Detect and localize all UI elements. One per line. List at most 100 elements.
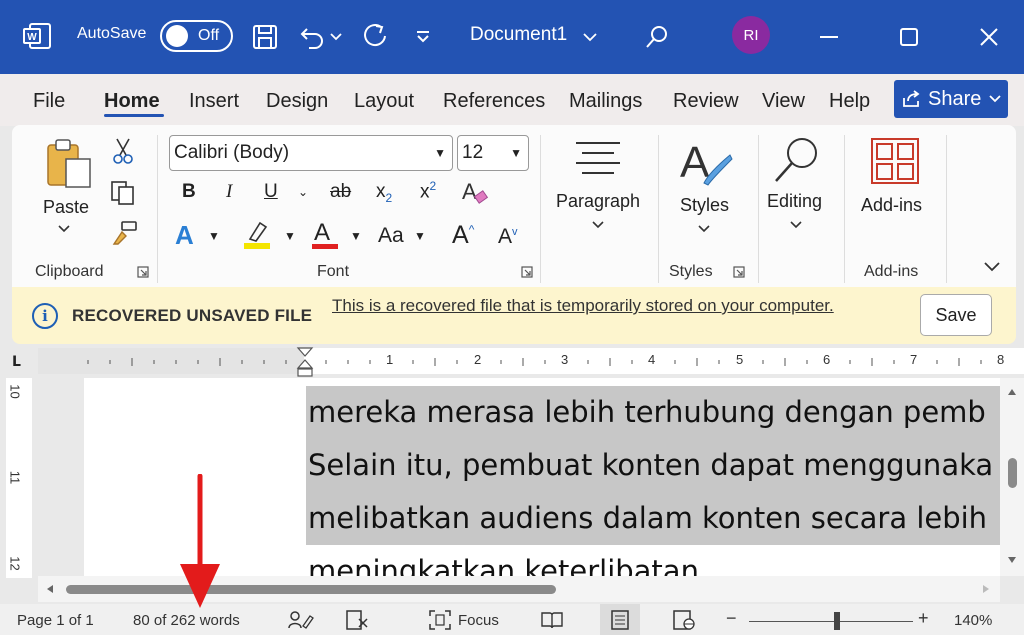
text-effects-dropdown-icon[interactable]: ▼: [208, 229, 220, 243]
share-label: Share: [928, 87, 982, 110]
font-launcher-icon[interactable]: [521, 266, 533, 278]
paragraph-icon[interactable]: [574, 139, 622, 179]
cut-icon[interactable]: [112, 137, 134, 165]
web-layout-icon[interactable]: [672, 609, 696, 631]
scroll-left-icon[interactable]: [46, 584, 54, 594]
focus-icon[interactable]: [428, 609, 452, 631]
paste-icon[interactable]: [44, 137, 94, 191]
bold-button[interactable]: B: [182, 181, 196, 203]
save-button[interactable]: Save: [920, 294, 992, 336]
vertical-scrollbar[interactable]: [1000, 378, 1024, 576]
text-effects-button[interactable]: A: [175, 220, 194, 251]
font-color-dropdown-icon[interactable]: ▼: [350, 229, 362, 243]
undo-icon[interactable]: [296, 20, 330, 54]
tab-insert[interactable]: Insert: [189, 90, 239, 113]
superscript-button[interactable]: x2: [420, 179, 436, 203]
copy-icon[interactable]: [110, 180, 136, 206]
subscript-button[interactable]: x2: [376, 181, 392, 205]
italic-button[interactable]: I: [226, 181, 232, 203]
tab-review[interactable]: Review: [673, 90, 739, 113]
save-icon[interactable]: [248, 20, 282, 54]
scroll-down-icon[interactable]: [1007, 556, 1017, 564]
svg-text:A: A: [462, 179, 477, 204]
page-count[interactable]: Page 1 of 1: [17, 612, 94, 629]
info-message-link[interactable]: This is a recovered file that is tempora…: [332, 293, 842, 319]
zoom-level[interactable]: 140%: [954, 612, 992, 629]
clipboard-launcher-icon[interactable]: [137, 266, 149, 278]
document-text[interactable]: mereka merasa lebih terhubung dengan pem…: [306, 386, 1000, 576]
vertical-scroll-thumb[interactable]: [1008, 458, 1017, 488]
tab-help[interactable]: Help: [829, 90, 870, 113]
underline-dropdown-icon[interactable]: ⌄: [298, 185, 308, 199]
tab-mailings[interactable]: Mailings: [569, 90, 642, 113]
read-mode-icon[interactable]: [540, 610, 564, 630]
highlight-icon[interactable]: [242, 219, 272, 251]
tab-view[interactable]: View: [762, 90, 805, 113]
redo-icon[interactable]: [358, 20, 392, 54]
strikethrough-button[interactable]: ab: [330, 181, 351, 203]
minimize-icon[interactable]: [812, 20, 846, 54]
add-ins-group-label: Add-ins: [864, 263, 919, 280]
format-painter-icon[interactable]: [110, 220, 138, 246]
accessibility-icon[interactable]: [288, 610, 314, 630]
editing-search-icon[interactable]: [770, 135, 826, 185]
editing-dropdown-icon[interactable]: [790, 221, 802, 229]
undo-dropdown-icon[interactable]: [326, 20, 346, 54]
word-count[interactable]: 80 of 262 words: [133, 612, 240, 629]
customize-toolbar-icon[interactable]: [406, 20, 440, 54]
zoom-slider-track[interactable]: [749, 621, 913, 622]
paste-label[interactable]: Paste: [43, 197, 89, 218]
horizontal-scroll-thumb[interactable]: [66, 585, 556, 594]
styles-launcher-icon[interactable]: [733, 266, 745, 278]
scroll-right-icon[interactable]: [982, 584, 990, 594]
editing-label[interactable]: Editing: [767, 191, 822, 212]
focus-label[interactable]: Focus: [458, 612, 499, 629]
add-ins-icon[interactable]: [870, 137, 920, 185]
maximize-icon[interactable]: [892, 20, 926, 54]
tab-file[interactable]: File: [33, 90, 65, 113]
tab-layout[interactable]: Layout: [354, 90, 414, 113]
selected-text-line[interactable]: Selain itu, pembuat konten dapat menggun…: [306, 439, 1000, 492]
print-layout-button[interactable]: [600, 604, 640, 635]
styles-label[interactable]: Styles: [680, 195, 729, 216]
tab-design[interactable]: Design: [266, 90, 328, 113]
zoom-in-button[interactable]: +: [918, 608, 929, 629]
scroll-up-icon[interactable]: [1007, 388, 1017, 396]
ribbon-collapse-icon[interactable]: [984, 262, 1000, 272]
styles-dropdown-icon[interactable]: [698, 225, 710, 233]
svg-text:W: W: [27, 32, 37, 43]
tab-references[interactable]: References: [443, 90, 545, 113]
underline-button[interactable]: U: [264, 181, 278, 203]
styles-icon[interactable]: A: [678, 137, 734, 189]
clear-formatting-icon[interactable]: A: [460, 177, 490, 207]
zoom-slider-thumb[interactable]: [834, 612, 840, 630]
ruler-ticks: [87, 358, 982, 366]
close-icon[interactable]: [972, 20, 1006, 54]
title-dropdown-icon[interactable]: [578, 20, 602, 54]
zoom-out-button[interactable]: −: [726, 608, 737, 629]
add-ins-label[interactable]: Add-ins: [861, 195, 922, 216]
tab-home[interactable]: Home: [104, 90, 160, 113]
selected-text-line[interactable]: melibatkan audiens dalam konten secara l…: [306, 492, 1000, 545]
paragraph-label[interactable]: Paragraph: [556, 191, 640, 212]
change-case-dropdown-icon[interactable]: ▼: [414, 229, 426, 243]
font-name-select[interactable]: Calibri (Body) ▼: [169, 135, 453, 171]
tab-selector-icon[interactable]: L: [12, 354, 21, 370]
proofing-icon[interactable]: [345, 609, 369, 631]
share-button[interactable]: Share: [894, 80, 1008, 118]
font-size-select[interactable]: 12 ▼: [457, 135, 529, 171]
paste-dropdown-icon[interactable]: [58, 225, 70, 233]
highlight-dropdown-icon[interactable]: ▼: [284, 229, 296, 243]
search-icon[interactable]: [640, 20, 674, 54]
font-group-label: Font: [317, 263, 350, 280]
shrink-font-button[interactable]: Av: [498, 225, 518, 249]
grow-font-button[interactable]: A^: [452, 221, 474, 250]
document-title[interactable]: Document1: [470, 24, 567, 46]
font-color-button[interactable]: A: [312, 219, 340, 251]
paragraph-dropdown-icon[interactable]: [592, 221, 604, 229]
text-line[interactable]: meningkatkan keterlibatan.: [306, 545, 1000, 576]
selected-text-line[interactable]: mereka merasa lebih terhubung dengan pem…: [306, 386, 1000, 439]
user-avatar[interactable]: RI: [732, 16, 770, 54]
change-case-button[interactable]: Aa: [378, 224, 404, 248]
autosave-toggle[interactable]: Off: [160, 20, 233, 52]
